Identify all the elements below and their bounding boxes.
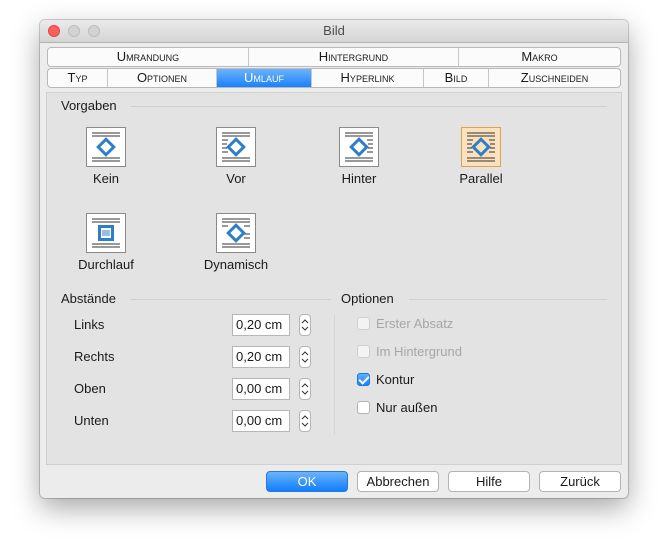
title-bar[interactable]: Bild bbox=[40, 20, 628, 43]
wrap-after-icon bbox=[339, 127, 379, 167]
field-label-rechts: Rechts bbox=[74, 349, 115, 364]
tab-optionen[interactable]: Optionen bbox=[108, 69, 217, 87]
checkbox-label: Kontur bbox=[376, 372, 415, 387]
checkbox-box[interactable] bbox=[357, 345, 370, 358]
tab-hyperlink[interactable]: Hyperlink bbox=[312, 69, 424, 87]
preset-hinter[interactable]: Hinter bbox=[309, 127, 409, 186]
wrap-through-icon bbox=[86, 213, 126, 253]
checkbox-kontur[interactable]: Kontur bbox=[357, 372, 414, 387]
ok-button[interactable]: OK bbox=[266, 471, 348, 492]
checkbox-label: Nur außen bbox=[376, 400, 438, 415]
dialog-window: Bild Umrandung Hintergrund Makro Typ Opt… bbox=[40, 20, 628, 498]
wrap-optimal-icon bbox=[216, 213, 256, 253]
preset-durchlauf[interactable]: Durchlauf bbox=[56, 213, 156, 272]
preset-label: Parallel bbox=[459, 171, 503, 186]
checkbox-label: Erster Absatz bbox=[376, 316, 454, 331]
checkbox-im-hintergrund[interactable]: Im Hintergrund bbox=[357, 344, 462, 359]
wrap-none-icon bbox=[86, 127, 126, 167]
tab-hintergrund[interactable]: Hintergrund bbox=[249, 48, 459, 66]
spacing-top-stepper[interactable] bbox=[299, 378, 311, 400]
tab-makro[interactable]: Makro bbox=[459, 48, 620, 66]
checkbox-box[interactable] bbox=[357, 317, 370, 330]
preset-vor[interactable]: Vor bbox=[186, 127, 286, 186]
section-divider bbox=[131, 299, 331, 300]
tab-umlauf[interactable]: Umlauf bbox=[217, 69, 312, 87]
tab-bild[interactable]: Bild bbox=[424, 69, 489, 87]
reset-button[interactable]: Zurück bbox=[539, 471, 621, 492]
checkbox-box[interactable] bbox=[357, 401, 370, 414]
wrap-before-icon bbox=[216, 127, 256, 167]
preset-label: Dynamisch bbox=[203, 257, 269, 272]
tab-row-2: Typ Optionen Umlauf Hyperlink Bild Zusch… bbox=[47, 68, 621, 88]
spacing-left-input[interactable]: 0,20 cm bbox=[232, 314, 290, 336]
spacing-right-input[interactable]: 0,20 cm bbox=[232, 346, 290, 368]
spacing-bottom-stepper[interactable] bbox=[299, 410, 311, 432]
section-label-abstaende: Abstände bbox=[61, 291, 116, 306]
preset-kein[interactable]: Kein bbox=[56, 127, 156, 186]
help-button[interactable]: Hilfe bbox=[448, 471, 530, 492]
window-title: Bild bbox=[323, 23, 345, 38]
field-label-links: Links bbox=[74, 317, 105, 332]
spacing-bottom-input[interactable]: 0,00 cm bbox=[232, 410, 290, 432]
section-divider bbox=[131, 106, 607, 107]
preset-dynamisch[interactable]: Dynamisch bbox=[186, 213, 286, 272]
tab-panel-umlauf: Vorgaben Kein Vor Hinter Parallel Durchl… bbox=[46, 92, 622, 465]
preset-label: Kein bbox=[92, 171, 120, 186]
checkbox-erster-absatz[interactable]: Erster Absatz bbox=[357, 316, 453, 331]
spacing-top-input[interactable]: 0,00 cm bbox=[232, 378, 290, 400]
preset-parallel[interactable]: Parallel bbox=[431, 127, 531, 186]
preset-label: Hinter bbox=[341, 171, 377, 186]
checkbox-label: Im Hintergrund bbox=[376, 344, 462, 359]
tab-row-1: Umrandung Hintergrund Makro bbox=[47, 47, 621, 67]
tab-zuschneiden[interactable]: Zuschneiden bbox=[489, 69, 620, 87]
preset-label: Vor bbox=[226, 171, 246, 186]
spacing-right-stepper[interactable] bbox=[299, 346, 311, 368]
field-label-oben: Oben bbox=[74, 381, 106, 396]
wrap-parallel-icon bbox=[461, 127, 501, 167]
column-divider bbox=[334, 315, 335, 435]
checkbox-nur-aussen[interactable]: Nur außen bbox=[357, 400, 437, 415]
cancel-button[interactable]: Abbrechen bbox=[357, 471, 439, 492]
section-label-vorgaben: Vorgaben bbox=[61, 98, 117, 113]
section-divider bbox=[409, 299, 607, 300]
preset-label: Durchlauf bbox=[78, 257, 134, 272]
spacing-left-stepper[interactable] bbox=[299, 314, 311, 336]
tab-umrandung[interactable]: Umrandung bbox=[48, 48, 249, 66]
section-label-optionen: Optionen bbox=[341, 291, 394, 306]
field-label-unten: Unten bbox=[74, 413, 109, 428]
checkbox-box-checked[interactable] bbox=[357, 373, 370, 386]
tab-typ[interactable]: Typ bbox=[48, 69, 108, 87]
